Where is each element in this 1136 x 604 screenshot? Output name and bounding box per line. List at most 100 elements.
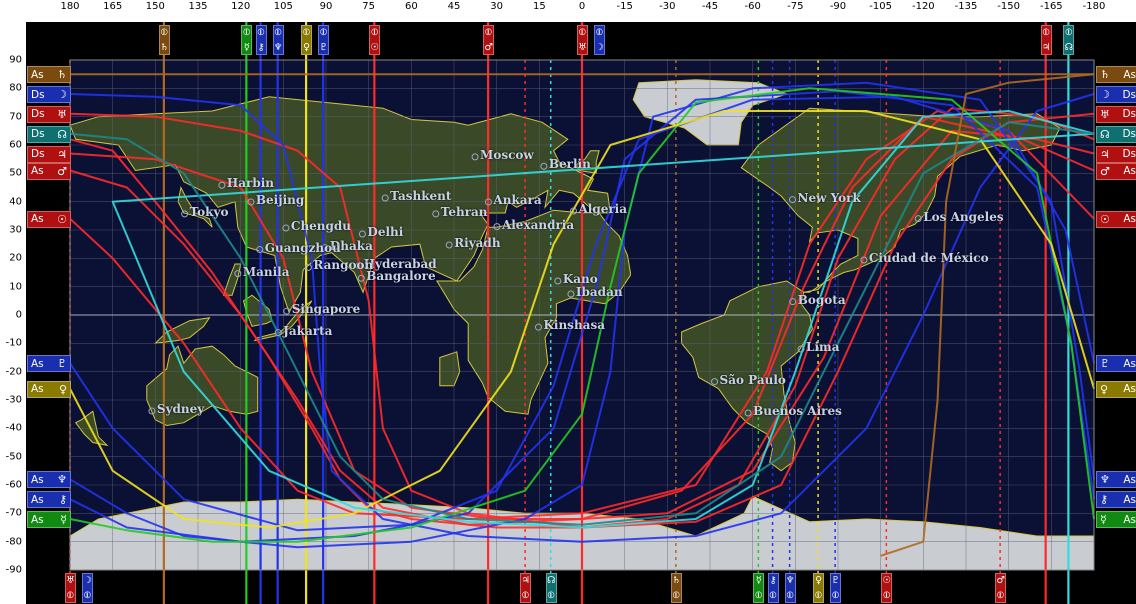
left-angle-tag[interactable]: As ♆ bbox=[27, 471, 71, 489]
right-angle-tag[interactable]: ☉ As bbox=[1096, 210, 1136, 228]
city-label[interactable]: Ciudad de México bbox=[869, 251, 989, 265]
bottom-ic-tag[interactable]: ♂ ⦶ bbox=[995, 573, 1007, 603]
left-angle-tag[interactable]: As ⚷ bbox=[27, 491, 71, 509]
planet-glyph-icon: ♂ bbox=[1100, 164, 1110, 178]
top-mc-tag[interactable]: ⦶ ♂ bbox=[483, 25, 495, 55]
world-map-chart[interactable] bbox=[26, 22, 1096, 604]
city-label[interactable]: Chengdu bbox=[291, 219, 351, 233]
longitude-tick-label: -120 bbox=[911, 1, 935, 12]
city-label[interactable]: Jakarta bbox=[283, 324, 332, 338]
left-angle-tag[interactable]: As ♀ bbox=[27, 380, 71, 398]
city-label[interactable]: São Paulo bbox=[720, 373, 786, 387]
city-label[interactable]: New York bbox=[797, 191, 860, 205]
bottom-ic-tag[interactable]: ⚷ ⦶ bbox=[767, 573, 779, 603]
bottom-ic-tag[interactable]: ♇ ⦶ bbox=[830, 573, 842, 603]
bottom-ic-tag[interactable]: ☽ ⦶ bbox=[82, 573, 94, 603]
city-label[interactable]: Harbin bbox=[227, 176, 274, 190]
bottom-ic-tag[interactable]: ♄ ⦶ bbox=[670, 573, 682, 603]
left-angle-tag[interactable]: As ♂ bbox=[27, 162, 71, 180]
city-label[interactable]: Guangzhou bbox=[265, 241, 341, 255]
right-angle-tag[interactable]: ♆ As bbox=[1096, 471, 1136, 489]
right-angle-tag[interactable]: ☿ As bbox=[1096, 511, 1136, 528]
latitude-tick-label: -50 bbox=[5, 451, 22, 463]
top-mc-tag[interactable]: ⦶ ♆ bbox=[272, 25, 284, 55]
top-mc-tag[interactable]: ⦶ ⚷ bbox=[255, 25, 267, 55]
city-label[interactable]: Kano bbox=[563, 272, 598, 286]
right-angle-tag[interactable]: ☽ Ds bbox=[1096, 86, 1136, 103]
longitude-tick-label: 45 bbox=[447, 1, 461, 12]
left-angle-tag[interactable]: As ♄ bbox=[27, 66, 71, 84]
planet-glyph-icon: ♄ bbox=[57, 68, 67, 82]
bottom-ic-tag[interactable]: ☿ ⦶ bbox=[753, 573, 765, 603]
city-label[interactable]: Lima bbox=[806, 340, 839, 354]
top-mc-tag[interactable]: ⦶ ♀ bbox=[301, 25, 313, 55]
right-angle-tag[interactable]: ♃ Ds bbox=[1096, 145, 1136, 163]
city-label[interactable]: Ibadan bbox=[576, 285, 623, 299]
city-label[interactable]: Tehran bbox=[441, 205, 488, 219]
tag-angle-label: Ds bbox=[31, 128, 45, 141]
tag-angle-label: As bbox=[1123, 493, 1136, 506]
city-label[interactable]: Bangalore bbox=[366, 269, 435, 283]
angle-marker-icon: ⦶ bbox=[303, 27, 311, 38]
city-label[interactable]: Moscow bbox=[480, 148, 534, 162]
left-angle-tag[interactable]: As ☿ bbox=[27, 511, 71, 528]
city-label[interactable]: Buenos Aires bbox=[753, 404, 842, 418]
left-angle-tag[interactable]: Ds ☊ bbox=[27, 125, 71, 143]
left-angle-tag[interactable]: Ds ♅ bbox=[27, 105, 71, 123]
city-label[interactable]: Rangoon bbox=[313, 258, 373, 272]
planet-glyph-icon: ♄ bbox=[1100, 68, 1110, 82]
planet-glyph-icon: ☿ bbox=[60, 513, 67, 526]
city-label[interactable]: Los Angeles bbox=[923, 210, 1003, 224]
left-angle-tag[interactable]: Ds ♃ bbox=[27, 145, 71, 163]
city-label[interactable]: Singapore bbox=[292, 302, 360, 316]
planet-glyph-icon: ☉ bbox=[370, 42, 380, 53]
right-angle-tag[interactable]: ♇ As bbox=[1096, 355, 1136, 373]
top-mc-tag[interactable]: ⦶ ☊ bbox=[1063, 25, 1075, 55]
top-mc-tag[interactable]: ⦶ ☿ bbox=[241, 25, 253, 55]
longitude-tick-label: -135 bbox=[954, 1, 978, 12]
city-label[interactable]: Bogota bbox=[798, 293, 846, 307]
city-label[interactable]: Tashkent bbox=[390, 189, 451, 203]
bottom-ic-tag[interactable]: ☉ ⦶ bbox=[881, 573, 893, 603]
bottom-ic-tag[interactable]: ♀ ⦶ bbox=[813, 573, 825, 603]
bottom-ic-tag[interactable]: ☊ ⦶ bbox=[545, 573, 557, 603]
top-mc-tag[interactable]: ⦶ ♇ bbox=[318, 25, 330, 55]
planet-glyph-icon: ☉ bbox=[57, 212, 67, 226]
left-angle-tag[interactable]: As ♇ bbox=[27, 355, 71, 373]
city-label[interactable]: Sydney bbox=[157, 402, 204, 416]
city-label[interactable]: Riyadh bbox=[454, 236, 500, 250]
right-angle-tag[interactable]: ♄ As bbox=[1096, 66, 1136, 84]
right-angle-tag[interactable]: ⚷ As bbox=[1096, 491, 1136, 509]
left-angle-tag[interactable]: Ds ☽ bbox=[27, 86, 71, 103]
city-label[interactable]: Algeria bbox=[578, 202, 627, 216]
city-label[interactable]: Ankara bbox=[493, 193, 541, 207]
top-mc-tag[interactable]: ⦶ ♄ bbox=[158, 25, 170, 55]
left-angle-tag[interactable]: As ☉ bbox=[27, 210, 71, 228]
city-label[interactable]: Alexandria bbox=[502, 218, 574, 232]
longitude-tick-label: 30 bbox=[490, 1, 504, 12]
top-mc-tag[interactable]: ⦶ ♃ bbox=[1040, 25, 1052, 55]
right-angle-tag[interactable]: ☊ Ds bbox=[1096, 125, 1136, 143]
city-label[interactable]: Beijing bbox=[256, 193, 304, 207]
right-angle-tag[interactable]: ♂ As bbox=[1096, 162, 1136, 180]
top-mc-tag[interactable]: ⦶ ☉ bbox=[369, 25, 381, 55]
bottom-ic-tag[interactable]: ♆ ⦶ bbox=[784, 573, 796, 603]
latitude-tick-label: 30 bbox=[9, 224, 22, 236]
map-frame[interactable] bbox=[26, 22, 1096, 604]
tag-angle-label: As bbox=[1123, 473, 1136, 486]
city-label[interactable]: Kinshasa bbox=[543, 318, 605, 332]
longitude-tick-label: 90 bbox=[319, 1, 333, 12]
longitude-tick-label: -165 bbox=[1039, 1, 1063, 12]
bottom-ic-tag[interactable]: ♅ ⦶ bbox=[65, 573, 76, 603]
city-label[interactable]: Berlin bbox=[549, 157, 591, 171]
top-mc-tag[interactable]: ⦶ ♅ bbox=[577, 25, 588, 55]
city-label[interactable]: Delhi bbox=[367, 225, 403, 239]
planet-glyph-icon: ☽ bbox=[1100, 88, 1110, 101]
right-angle-tag[interactable]: ♅ Ds bbox=[1096, 105, 1136, 123]
right-angle-tag[interactable]: ♀ As bbox=[1096, 380, 1136, 398]
tag-angle-label: Ds bbox=[1122, 148, 1136, 160]
bottom-ic-tag[interactable]: ♃ ⦶ bbox=[520, 573, 532, 603]
top-mc-tag[interactable]: ⦶ ☽ bbox=[594, 25, 606, 55]
city-label[interactable]: Tokyo bbox=[190, 205, 229, 219]
city-label[interactable]: Manila bbox=[243, 265, 290, 279]
